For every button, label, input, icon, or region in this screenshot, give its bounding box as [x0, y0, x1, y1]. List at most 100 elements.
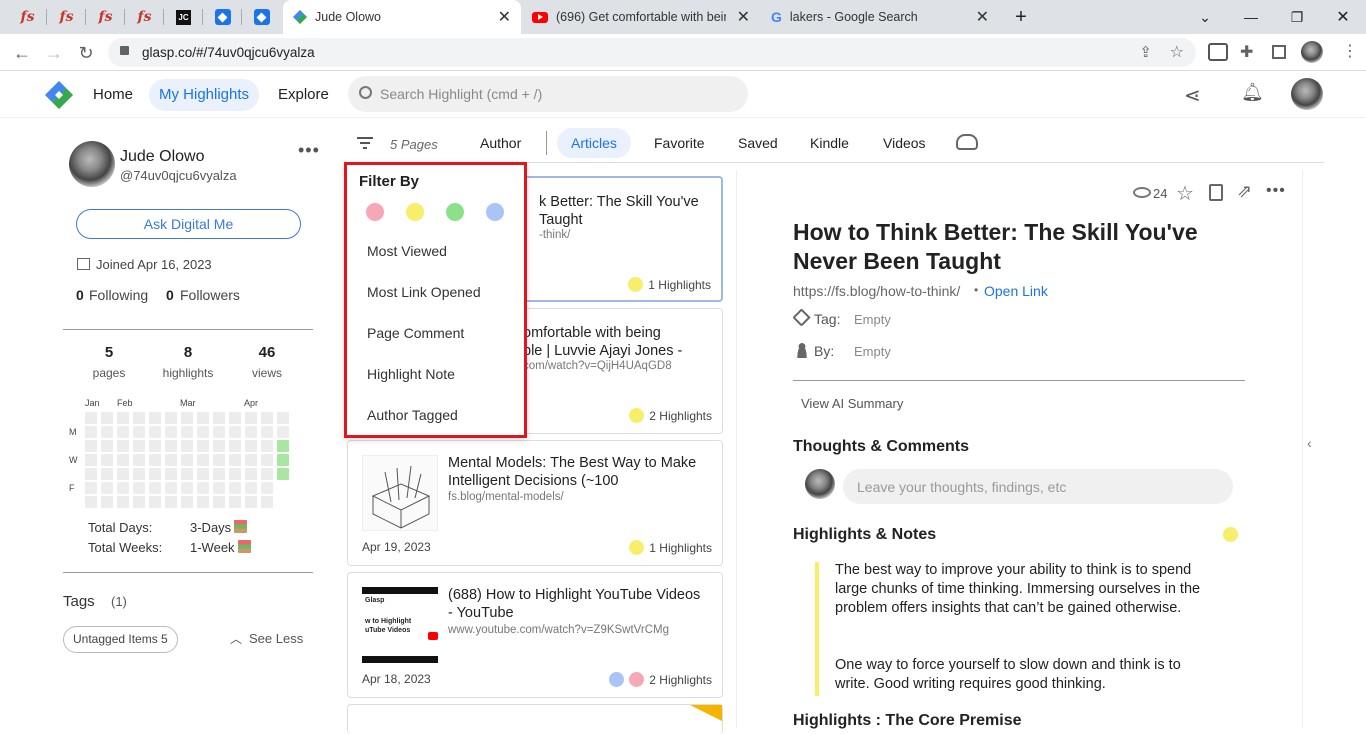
cloud-download-icon[interactable] [956, 134, 978, 150]
heatmap-cell [101, 412, 113, 424]
highlight-text[interactable]: The best way to improve your ability to … [835, 561, 1215, 618]
blue-color-filter-icon[interactable] [486, 203, 504, 221]
heatmap-cell [277, 468, 289, 480]
browser-profile-avatar[interactable] [1301, 41, 1323, 63]
thumb-text: w to Highlight [365, 618, 412, 625]
see-less-link[interactable]: See Less [249, 631, 303, 646]
tab-jude-olowo[interactable]: Jude Olowo ✕ [283, 0, 521, 34]
bell-icon[interactable]: 🔔︎ [1241, 82, 1264, 103]
heatmap-cell [181, 468, 193, 480]
filter-option-author-tagged[interactable]: Author Tagged [367, 407, 458, 423]
extension-off-icon[interactable] [1208, 43, 1228, 61]
comment-placeholder: Leave your thoughts, findings, etc [857, 479, 1067, 495]
filter-tab-videos[interactable]: Videos [883, 128, 926, 158]
heatmap-cell [213, 454, 225, 466]
following-label[interactable]: Following [89, 287, 148, 303]
pinned-tab-fs[interactable]: fs [86, 0, 125, 34]
side-panel-icon[interactable] [1272, 45, 1286, 59]
pinned-tab-jc[interactable]: JC [164, 0, 203, 34]
share-icon[interactable]: ⋖ [1184, 83, 1201, 108]
divider [63, 329, 313, 330]
open-link[interactable]: Open Link [984, 283, 1048, 299]
pinned-tab-fs[interactable]: fs [8, 0, 47, 34]
heatmap-cell [213, 496, 225, 508]
pinned-tab-app[interactable] [242, 0, 281, 34]
search-input[interactable]: Search Highlight (cmd + /) [348, 76, 748, 112]
comment-input[interactable]: Leave your thoughts, findings, etc [843, 469, 1233, 504]
minimize-button[interactable]: — [1228, 0, 1274, 34]
glasp-logo-icon[interactable] [44, 80, 74, 110]
favorite-corner-icon [690, 705, 722, 721]
browser-menu-icon[interactable]: ⋮ [1342, 41, 1358, 61]
filter-option-most-viewed[interactable]: Most Viewed [367, 243, 447, 259]
close-tab-icon[interactable]: ✕ [737, 7, 750, 27]
favorite-star-icon[interactable]: ☆ [1176, 181, 1194, 206]
copy-icon[interactable] [1209, 184, 1223, 201]
filter-tab-kindle[interactable]: Kindle [810, 128, 849, 158]
extensions-puzzle-icon[interactable]: ✚ [1240, 42, 1253, 62]
heatmap-cell [213, 440, 225, 452]
ask-digital-me-button[interactable]: Ask Digital Me [76, 209, 301, 239]
share-page-icon[interactable]: ⇪ [1139, 43, 1152, 61]
tag-value[interactable]: Empty [854, 312, 891, 327]
list-item[interactable] [347, 704, 723, 734]
nav-home[interactable]: Home [93, 79, 133, 111]
heatmap-cell [101, 426, 113, 438]
tag-chip-untagged[interactable]: Untagged Items 5 [63, 626, 178, 653]
pinned-tab-fs[interactable]: fs [47, 0, 86, 34]
filter-option-most-link-opened[interactable]: Most Link Opened [367, 284, 481, 300]
pinned-tab-app[interactable] [203, 0, 242, 34]
reload-icon[interactable]: ↻ [74, 41, 98, 65]
highlight-count: 2 Highlights [649, 408, 712, 423]
card-thumbnail: Glasp w to Highlight uTube Videos [362, 587, 438, 663]
filter-option-highlight-note[interactable]: Highlight Note [367, 366, 455, 382]
heatmap-cell [229, 440, 241, 452]
highlight-text[interactable]: One way to force yourself to slow down a… [835, 656, 1215, 694]
profile-more-icon[interactable]: ••• [298, 140, 320, 161]
close-tab-icon[interactable]: ✕ [976, 7, 989, 27]
divider [1302, 170, 1303, 728]
nav-my-highlights[interactable]: My Highlights [149, 79, 260, 111]
filter-icon[interactable] [357, 137, 373, 151]
filter-tab-saved[interactable]: Saved [738, 128, 778, 158]
new-tab-button[interactable]: + [998, 0, 1044, 34]
chevron-up-icon[interactable]: ︿ [230, 630, 242, 647]
list-item[interactable]: Glasp w to Highlight uTube Videos (688) … [347, 572, 723, 698]
list-item[interactable]: Mental Models: The Best Way to Make Inte… [347, 440, 723, 566]
more-icon[interactable]: ••• [1266, 182, 1286, 200]
nav-explore[interactable]: Explore [278, 79, 329, 111]
profile-name: Jude Olowo [120, 148, 205, 165]
article-url[interactable]: https://fs.blog/how-to-think/ [793, 283, 960, 299]
user-avatar[interactable] [1291, 78, 1323, 110]
highlights-notes-title: Highlights & Notes [793, 526, 937, 543]
filter-tab-articles[interactable]: Articles [557, 128, 631, 158]
close-tab-icon[interactable]: ✕ [498, 7, 511, 27]
heatmap-cell [85, 454, 97, 466]
stat-label: views [251, 366, 282, 380]
share-out-icon[interactable]: ⇗ [1237, 181, 1252, 202]
yellow-color-filter-icon[interactable] [406, 203, 424, 221]
filter-tab-author[interactable]: Author [480, 128, 521, 158]
pink-color-filter-icon[interactable] [366, 203, 384, 221]
yellow-dot-icon[interactable] [1223, 527, 1238, 542]
bookmark-star-icon[interactable]: ☆ [1170, 42, 1184, 62]
tab-google-search[interactable]: G lakers - Google Search ✕ [761, 0, 999, 34]
filter-tab-favorite[interactable]: Favorite [654, 128, 705, 158]
view-ai-summary-button[interactable]: View AI Summary [801, 396, 903, 411]
heatmap-cell [181, 440, 193, 452]
heatmap-cell [133, 496, 145, 508]
close-window-button[interactable]: ✕ [1320, 0, 1366, 34]
green-color-filter-icon[interactable] [446, 203, 464, 221]
tab-search-chevron-icon[interactable]: ⌄ [1182, 0, 1228, 34]
by-value[interactable]: Empty [854, 344, 891, 359]
heatmap-cell [117, 482, 129, 494]
tab-youtube[interactable]: (696) Get comfortable with being ✕ [522, 0, 760, 34]
forward-arrow-icon[interactable]: → [42, 41, 66, 65]
filter-option-page-comment[interactable]: Page Comment [367, 325, 464, 341]
collapse-chevron-icon[interactable]: ‹ [1307, 435, 1312, 451]
address-bar[interactable]: glasp.co/#/74uv0qjcu6vyalza ⇪ ☆ [108, 38, 1196, 67]
pinned-tab-fs[interactable]: fs [125, 0, 164, 34]
restore-button[interactable]: ❐ [1274, 0, 1320, 34]
followers-label[interactable]: Followers [180, 287, 240, 303]
back-arrow-icon[interactable]: ← [10, 41, 34, 65]
